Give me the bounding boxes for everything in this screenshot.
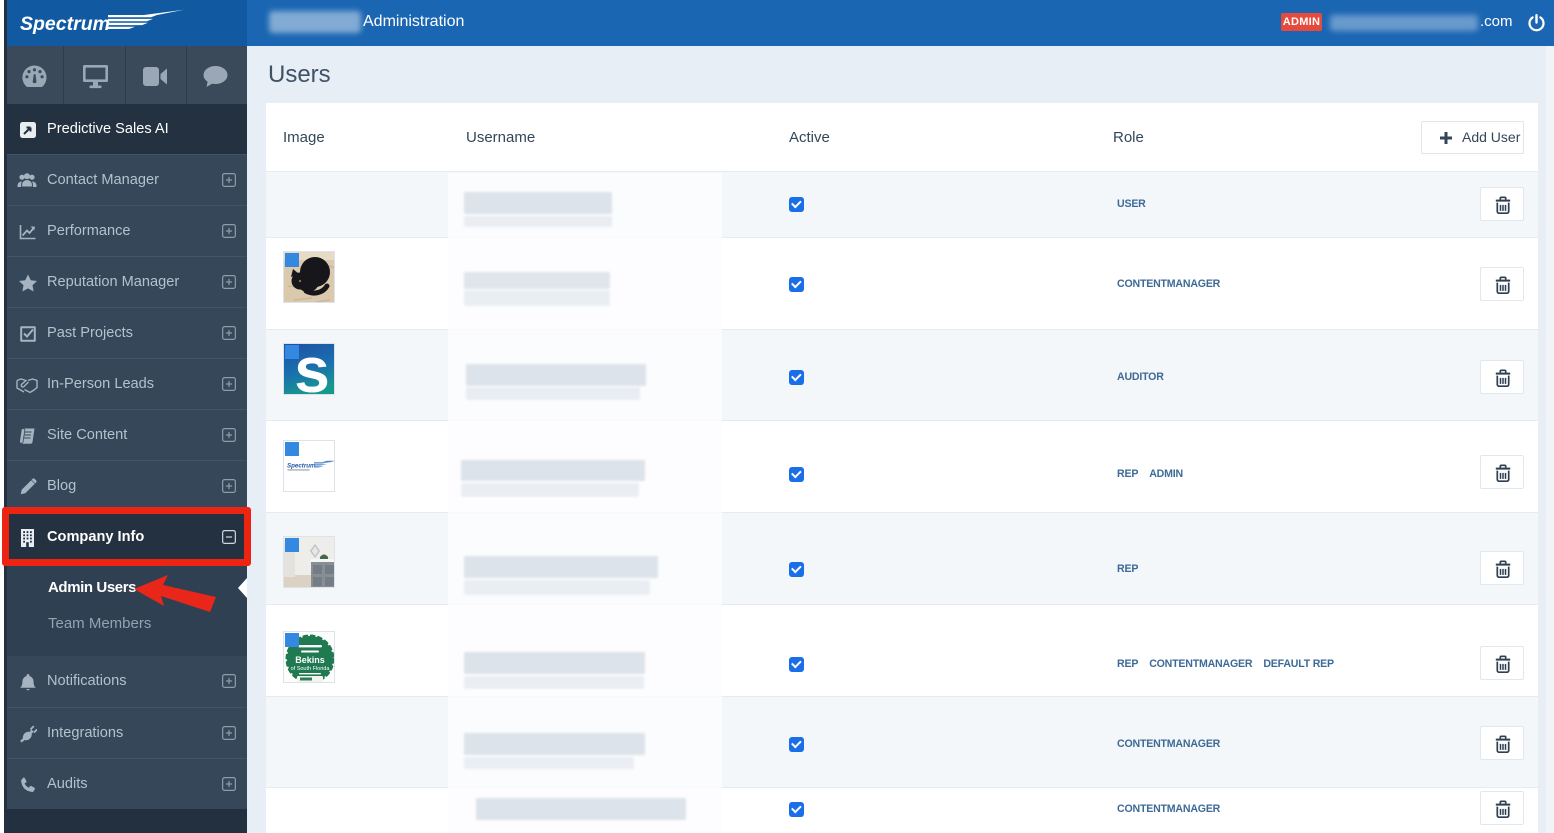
svg-text:s: s: [294, 344, 330, 395]
svg-text:Bekins: Bekins: [295, 655, 325, 665]
svg-text:of South Florida: of South Florida: [291, 666, 331, 672]
svg-text:Spectrum: Spectrum: [20, 13, 110, 35]
svg-text:Spectrum: Spectrum: [287, 463, 316, 470]
